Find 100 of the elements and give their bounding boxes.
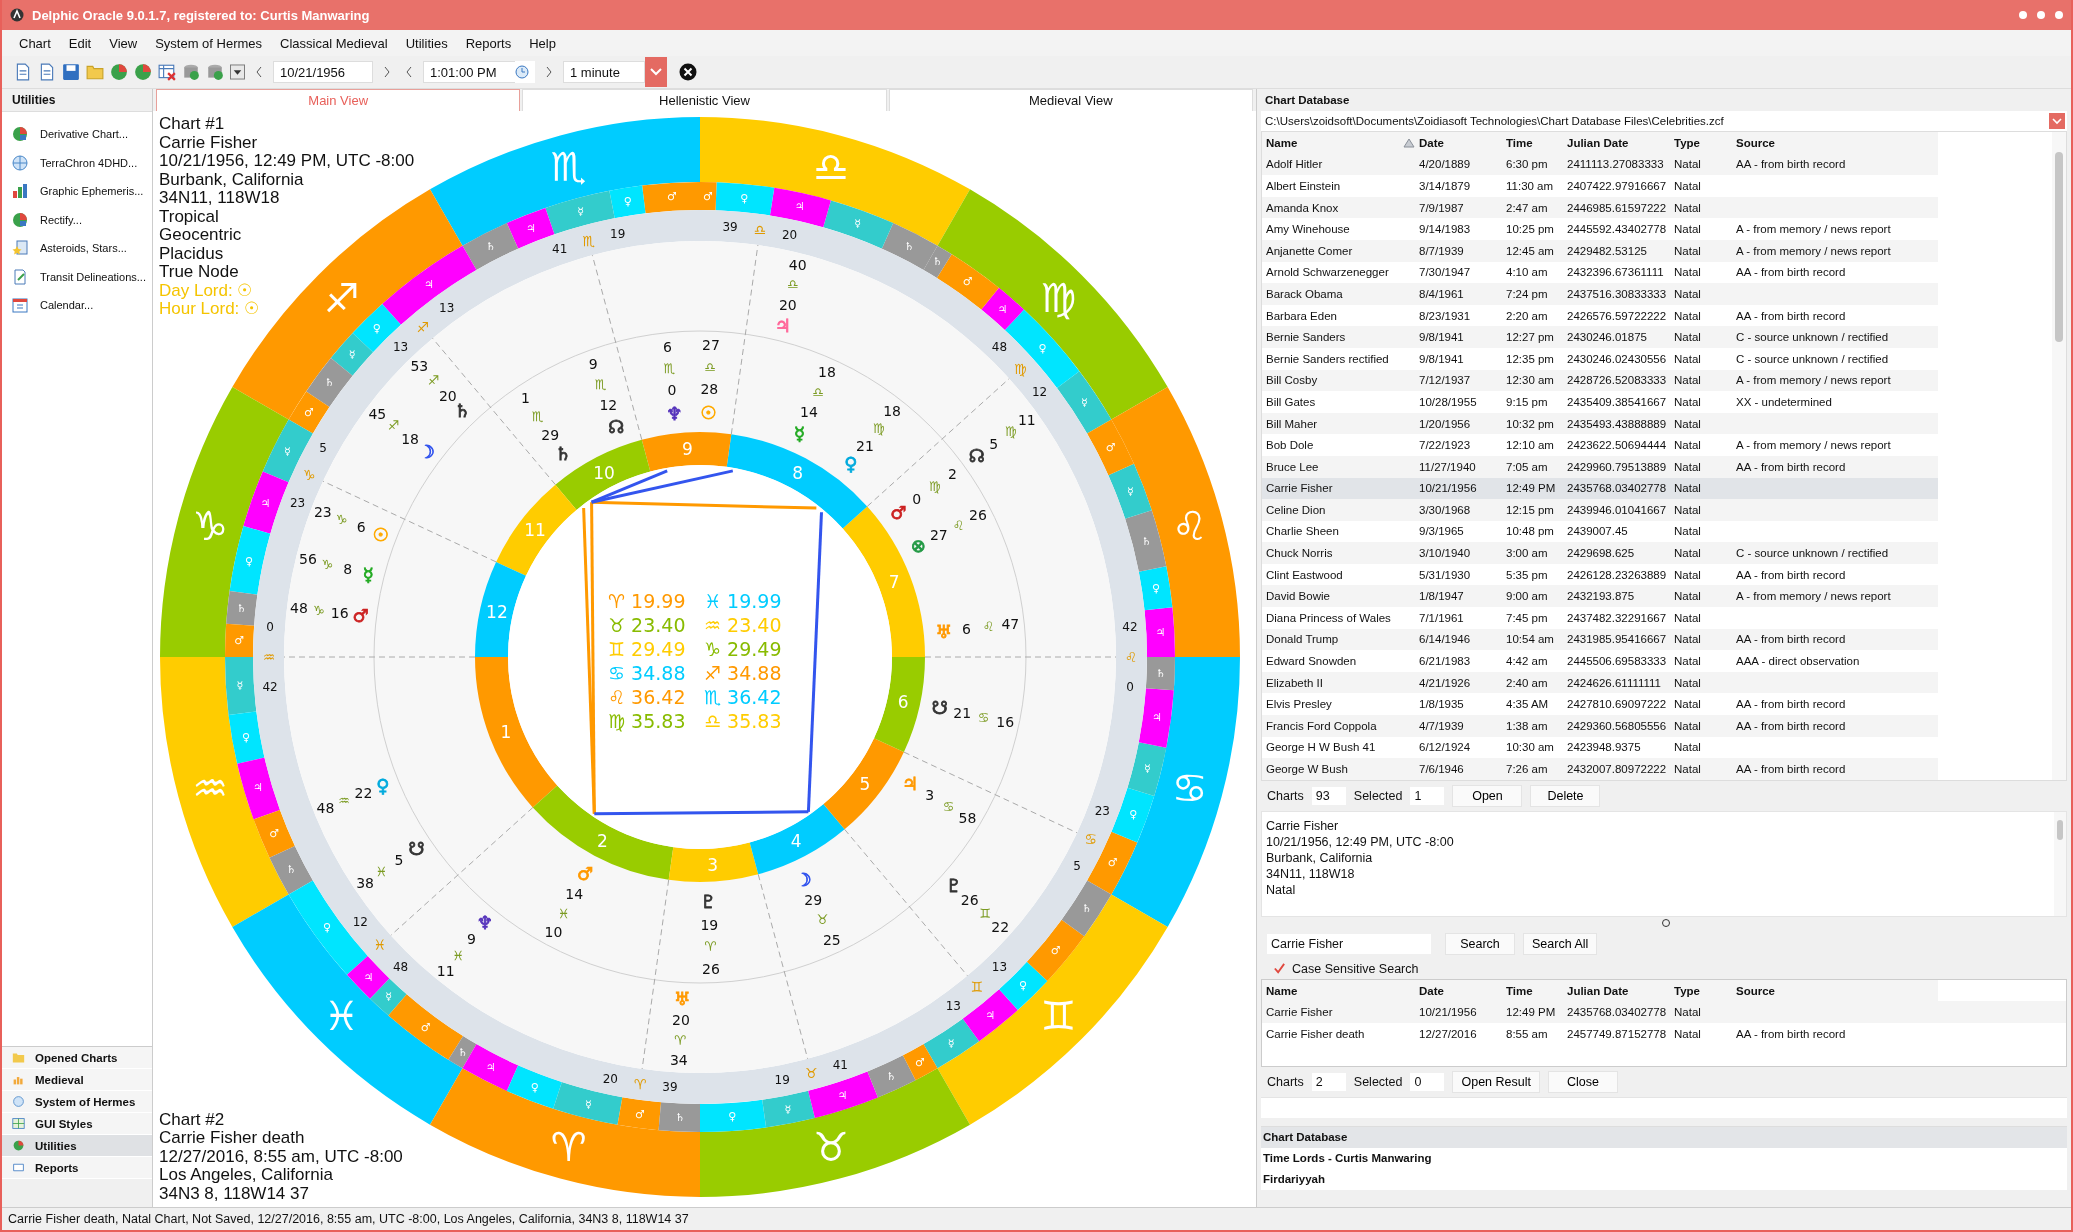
utility-item[interactable]: Rectify... [40, 213, 82, 226]
utility-item[interactable]: Asteroids, Stars... [40, 242, 127, 255]
view-tab[interactable]: Hellenistic View [522, 89, 887, 111]
menu-item[interactable]: System of Hermes [146, 35, 272, 51]
utility-item[interactable]: Derivative Chart... [40, 128, 129, 141]
table-row[interactable]: Barack Obama 8/4/1961 7:24 pm 2437516.30833333 Natal [1262, 283, 1938, 305]
chevron-left-icon[interactable] [255, 66, 263, 78]
navigation-item[interactable]: Time Lords - Curtis Manwaring [1261, 1147, 2067, 1169]
table-row[interactable]: Clint Eastwood 5/31/1930 5:35 pm 2426128.23263889 Natal AA - from birth record [1262, 563, 1938, 586]
caret-down-icon[interactable] [2049, 113, 2065, 129]
new-document-icon[interactable] [38, 63, 56, 81]
pie-chart-icon[interactable] [110, 63, 128, 81]
table-row[interactable]: George W Bush 7/6/1946 7:26 am 2432007.80972222 Natal AA - from birth record [1262, 758, 1938, 780]
menu-item[interactable]: Reports [456, 35, 521, 51]
action-button[interactable]: Close [1547, 1070, 1618, 1093]
view-tab[interactable]: Medieval View [888, 89, 1253, 111]
table-row[interactable]: Amanda Knox 7/9/1987 2:47 am 2446985.61597222 Natal [1262, 196, 1938, 219]
table-row[interactable]: Adolf Hitler 4/20/1889 6:30 pm 2411113.27083333 Natal AA - from birth record [1262, 153, 1938, 176]
sort-ascending-icon[interactable] [1403, 137, 1415, 148]
planet-glyph[interactable]: ♆ [666, 402, 683, 424]
table-row[interactable]: Albert Einstein 3/14/1879 11:30 am 2407422.97916667 Natal [1262, 175, 1938, 197]
navigation-item[interactable]: Medieval [2, 1069, 152, 1091]
column-header[interactable]: Time [1506, 984, 1567, 997]
new-document-icon[interactable] [14, 63, 32, 81]
column-header[interactable]: Source [1736, 136, 1936, 149]
table-row[interactable]: Amy Winehouse 9/14/1983 10:25 pm 2445592.43402778 Natal A - from memory / news report [1262, 218, 1938, 240]
table-row[interactable]: Bill Gates 10/28/1955 9:15 pm 2435409.38541667 Natal XX - undetermined [1262, 391, 1938, 413]
database-icon[interactable] [182, 63, 200, 81]
column-header[interactable]: Time [1506, 136, 1567, 149]
planet-glyph[interactable]: ⊗ [910, 535, 926, 557]
column-header[interactable]: Source [1736, 984, 1936, 997]
table-row[interactable]: Bob Dole 7/22/1923 12:10 am 2423622.50694444 Natal A - from memory / news report [1262, 434, 1938, 456]
action-button[interactable]: Delete [1530, 784, 1601, 807]
minimize-button[interactable] [2019, 11, 2027, 19]
table-row[interactable]: Donald Trump 6/14/1946 10:54 am 2431985.95416667 Natal AA - from birth record [1262, 628, 1938, 651]
maximize-button[interactable] [2037, 11, 2045, 19]
table-row[interactable]: Bernie Sanders 9/8/1941 12:27 pm 2430246.01875 Natal C - source unknown / rectified [1262, 326, 1938, 348]
planet-glyph[interactable]: ♇ [946, 875, 963, 897]
utility-item[interactable]: TerraChron 4DHD... [40, 156, 138, 169]
column-header[interactable]: Date [1419, 136, 1506, 149]
table-row[interactable]: Carrie Fisher 10/21/1956 12:49 PM 2435768.03402778 Natal [1262, 477, 1938, 500]
time-field[interactable]: 1:01:00 PM [423, 61, 515, 83]
action-button[interactable]: Open [1452, 784, 1523, 807]
view-tab[interactable]: Main View [156, 89, 521, 111]
table-row[interactable]: Edward Snowden 6/21/1983 4:42 am 2445506.69583333 Natal AAA - direct observation [1262, 650, 1938, 672]
utility-item[interactable]: Calendar... [40, 299, 94, 312]
pie-chart-icon[interactable] [134, 63, 152, 81]
date-field[interactable]: 10/21/1956 [273, 61, 373, 83]
planet-glyph[interactable]: ♇ [700, 891, 717, 913]
table-row[interactable]: Carrie Fisher 10/21/1956 12:49 PM 2435768.03402778 Natal [1262, 1001, 2066, 1023]
table-row[interactable]: Bill Maher 1/20/1956 10:32 pm 2435493.43888889 Natal [1262, 412, 1938, 435]
chevron-left-icon[interactable] [405, 66, 413, 78]
column-header[interactable]: Name [1266, 984, 1419, 997]
navigation-item[interactable]: System of Hermes [2, 1091, 152, 1113]
navigation-item[interactable]: Utilities [2, 1135, 152, 1157]
table-row[interactable]: Chuck Norris 3/10/1940 3:00 am 2429698.625 Natal C - source unknown / rectified [1262, 542, 1938, 564]
folder-icon[interactable] [86, 63, 104, 81]
search-button[interactable]: Search [1445, 932, 1515, 955]
close-button[interactable] [2055, 11, 2063, 19]
menu-item[interactable]: Edit [59, 35, 101, 51]
table-row[interactable]: Elizabeth II 4/21/1926 2:40 am 2424626.61111111 Natal [1262, 671, 1938, 694]
table-row[interactable]: Anjanette Comer 8/7/1939 12:45 am 2429482.53125 Natal A - from memory / news report [1262, 239, 1938, 262]
scrollbar[interactable] [2052, 132, 2066, 780]
table-delete-icon[interactable] [158, 63, 176, 81]
planet-glyph[interactable]: ♂ [890, 502, 907, 524]
column-header[interactable]: Julian Date [1567, 136, 1674, 149]
save-icon[interactable] [62, 63, 80, 81]
menu-item[interactable]: View [100, 35, 147, 51]
planet-glyph[interactable]: ☊ [968, 445, 985, 467]
caret-down-icon[interactable] [645, 57, 667, 87]
planet-glyph[interactable]: ♄ [454, 400, 471, 422]
clock-icon[interactable] [515, 65, 529, 79]
action-button[interactable]: Open Result [1452, 1070, 1540, 1093]
step-dropdown[interactable]: 1 minute [563, 61, 645, 83]
chevron-right-icon[interactable] [383, 66, 391, 78]
planet-glyph[interactable]: ☽ [418, 440, 435, 462]
search-field[interactable]: Carrie Fisher [1267, 933, 1431, 954]
navigation-item[interactable]: Opened Charts [2, 1047, 152, 1069]
checkbox-label[interactable]: Case Sensitive Search [1292, 961, 1419, 976]
utility-item[interactable]: Transit Delineations... [40, 270, 146, 283]
planet-glyph[interactable]: ♆ [476, 912, 493, 934]
table-row[interactable]: Bruce Lee 11/27/1940 7:05 am 2429960.79513889 Natal AA - from birth record [1262, 455, 1938, 478]
planet-glyph[interactable]: ♄ [554, 443, 572, 465]
table-row[interactable]: Celine Dion 3/30/1968 12:15 pm 2439946.01041667 Natal [1262, 499, 1938, 521]
table-row[interactable]: Barbara Eden 8/23/1931 2:20 am 2426576.59722222 Natal AA - from birth record [1262, 304, 1938, 327]
column-header[interactable]: Name [1266, 136, 1298, 149]
table-row[interactable]: Bernie Sanders rectified 9/8/1941 12:35 pm 2430246.02430556 Natal C - source unknown / rectified [1262, 347, 1938, 370]
utility-item[interactable]: Graphic Ephemeris... [40, 185, 144, 198]
table-row[interactable]: Charlie Sheen 9/3/1965 10:48 pm 2439007.45 Natal [1262, 520, 1938, 543]
table-row[interactable]: Diana Princess of Wales 7/1/1961 7:45 pm 2437482.32291667 Natal [1262, 607, 1938, 629]
search-button[interactable]: Search All [1523, 932, 1598, 955]
column-header[interactable]: Julian Date [1567, 984, 1674, 997]
planet-glyph[interactable]: ☊ [608, 416, 625, 438]
menu-item[interactable]: Classical Medieval [271, 35, 397, 51]
close-circle-icon[interactable] [679, 63, 697, 81]
table-row[interactable]: George H W Bush 41 6/12/1924 10:30 am 2423948.9375 Natal [1262, 736, 1938, 759]
table-row[interactable]: Elvis Presley 1/8/1935 4:35 AM 2427810.69097222 Natal AA - from birth record [1262, 693, 1938, 716]
planet-glyph[interactable]: ☋ [931, 697, 948, 719]
planet-glyph[interactable]: ☋ [408, 837, 425, 859]
column-header[interactable]: Date [1419, 984, 1506, 997]
